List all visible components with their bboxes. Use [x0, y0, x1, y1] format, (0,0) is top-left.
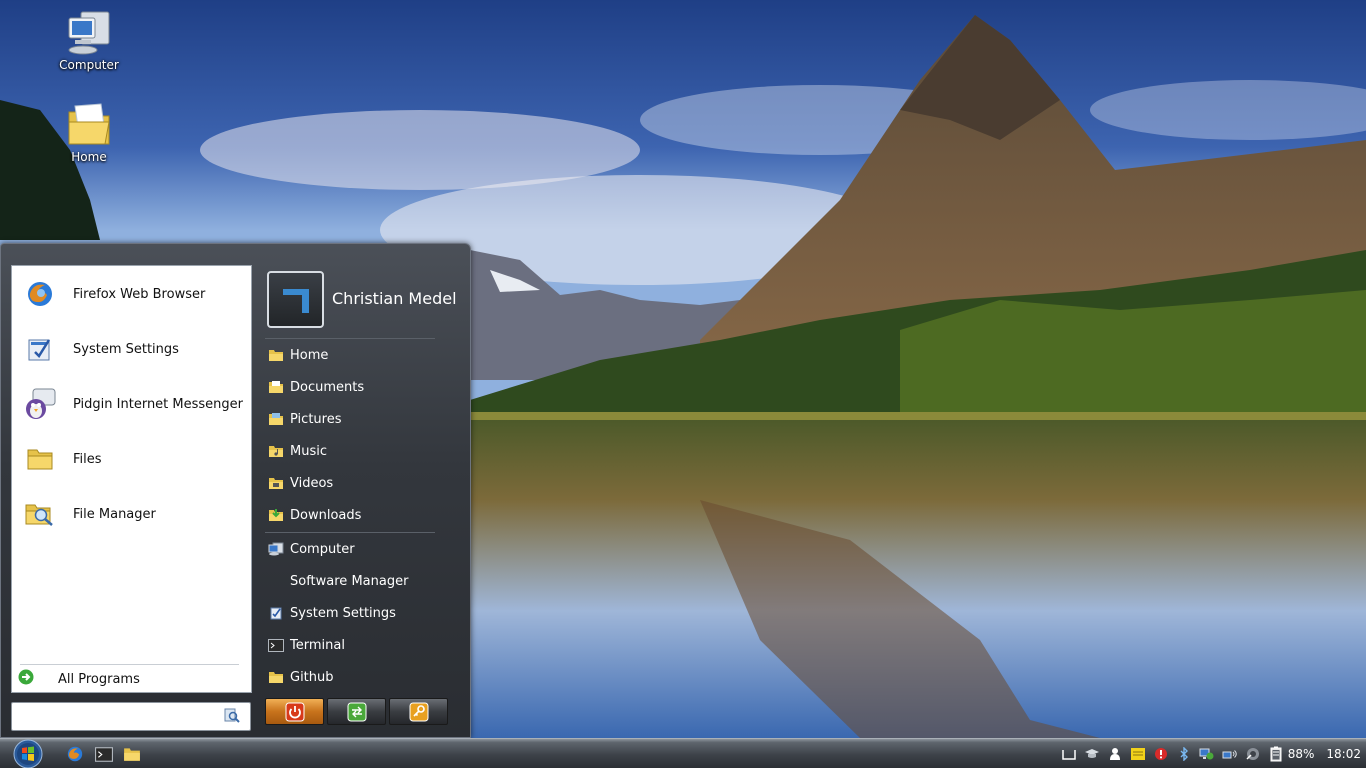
desktop-icon-label: Home: [71, 150, 107, 164]
wireless-icon[interactable]: [1221, 745, 1239, 763]
divider: [20, 664, 239, 665]
place-github[interactable]: Github: [265, 663, 465, 691]
music-folder-icon: [267, 444, 285, 458]
user-avatar[interactable]: [267, 271, 324, 328]
session-buttons: [265, 698, 448, 725]
place-documents[interactable]: Documents: [265, 373, 465, 401]
place-label: Pictures: [290, 411, 342, 427]
taskbar-terminal[interactable]: [94, 744, 114, 764]
power-icon: [285, 702, 304, 721]
show-desktop-icon[interactable]: [1060, 745, 1078, 763]
folder-icon: [124, 748, 140, 761]
place-label: Documents: [290, 379, 365, 395]
user-icon[interactable]: [1106, 745, 1124, 763]
programs-pane: Firefox Web Browser System Settings Pidg…: [11, 265, 252, 693]
place-home[interactable]: Home: [265, 341, 465, 369]
folder-icon: [267, 670, 285, 684]
menu-item-label: Firefox Web Browser: [73, 286, 206, 302]
pidgin-icon: [20, 387, 60, 421]
place-software-manager[interactable]: Software Manager: [265, 567, 465, 595]
place-label: Terminal: [290, 637, 345, 653]
start-orb-icon: [13, 739, 43, 768]
arrow-right-icon: [18, 669, 36, 689]
menu-item-file-manager[interactable]: File Manager: [12, 489, 251, 539]
firefox-icon: [20, 279, 60, 309]
place-label: Music: [290, 443, 327, 459]
search-box: [11, 702, 251, 731]
place-label: System Settings: [290, 605, 396, 621]
menu-item-label: Files: [73, 451, 102, 467]
menu-item-label: System Settings: [73, 341, 179, 357]
documents-folder-icon: [267, 380, 285, 394]
place-pictures[interactable]: Pictures: [265, 405, 465, 433]
user-name: Christian Medel: [332, 289, 457, 308]
search-icon[interactable]: [224, 707, 244, 727]
place-terminal[interactable]: Terminal: [265, 631, 465, 659]
menu-item-files[interactable]: Files: [12, 434, 251, 484]
desktop-icon-computer[interactable]: Computer: [49, 10, 129, 72]
place-system-settings[interactable]: System Settings: [265, 599, 465, 627]
all-programs-label: All Programs: [58, 671, 140, 687]
place-videos[interactable]: Videos: [265, 469, 465, 497]
pictures-folder-icon: [267, 412, 285, 426]
update-alert-icon[interactable]: [1152, 745, 1170, 763]
menu-item-pidgin[interactable]: Pidgin Internet Messenger: [12, 379, 251, 429]
start-menu: Firefox Web Browser System Settings Pidg…: [0, 243, 471, 738]
place-label: Github: [290, 669, 334, 685]
file-manager-icon: [20, 499, 60, 529]
home-folder-icon: [68, 103, 110, 145]
bluetooth-icon[interactable]: [1175, 745, 1193, 763]
computer-icon: [68, 11, 110, 55]
divider: [265, 532, 435, 533]
menu-item-system-settings[interactable]: System Settings: [12, 324, 251, 374]
start-button[interactable]: [7, 739, 49, 768]
graduation-cap-icon[interactable]: [1083, 745, 1101, 763]
power-button[interactable]: [265, 698, 324, 725]
lock-icon: [409, 702, 428, 721]
place-downloads[interactable]: Downloads: [265, 501, 465, 529]
desktop-icon-label: Computer: [59, 58, 119, 72]
home-folder-icon: [267, 348, 285, 362]
videos-folder-icon: [267, 476, 285, 490]
folder-icon: [20, 444, 60, 474]
user-avatar-image: [283, 289, 309, 313]
desktop-icon-home[interactable]: Home: [49, 102, 129, 164]
place-computer[interactable]: Computer: [265, 535, 465, 563]
settings-icon: [267, 606, 285, 620]
divider: [265, 338, 435, 339]
settings-icon: [20, 334, 60, 364]
computer-icon: [267, 542, 285, 556]
downloads-folder-icon: [267, 508, 285, 522]
place-label: Computer: [290, 541, 355, 557]
taskbar-firefox[interactable]: [65, 744, 85, 764]
network-icon[interactable]: [1198, 745, 1216, 763]
lock-button[interactable]: [389, 698, 448, 725]
menu-item-label: File Manager: [73, 506, 156, 522]
volume-icon[interactable]: [1244, 745, 1262, 763]
taskbar: 88% 18:02: [0, 738, 1366, 768]
notes-icon[interactable]: [1129, 745, 1147, 763]
search-input[interactable]: [18, 704, 224, 729]
all-programs-button[interactable]: All Programs: [12, 666, 251, 692]
taskbar-files[interactable]: [122, 744, 142, 764]
battery-icon[interactable]: [1267, 745, 1285, 763]
switch-user-button[interactable]: [327, 698, 386, 725]
place-label: Home: [290, 347, 329, 363]
battery-percent: 88%: [1287, 747, 1315, 761]
system-tray: 88% 18:02: [1058, 739, 1366, 768]
place-label: Software Manager: [290, 573, 409, 589]
firefox-icon: [67, 746, 83, 762]
place-music[interactable]: Music: [265, 437, 465, 465]
place-label: Videos: [290, 475, 334, 491]
terminal-icon: [95, 746, 113, 762]
terminal-icon: [267, 638, 285, 652]
clock[interactable]: 18:02: [1326, 747, 1361, 761]
menu-item-label: Pidgin Internet Messenger: [73, 396, 243, 412]
menu-item-firefox[interactable]: Firefox Web Browser: [12, 269, 251, 319]
switch-user-icon: [347, 702, 366, 721]
place-label: Downloads: [290, 507, 362, 523]
